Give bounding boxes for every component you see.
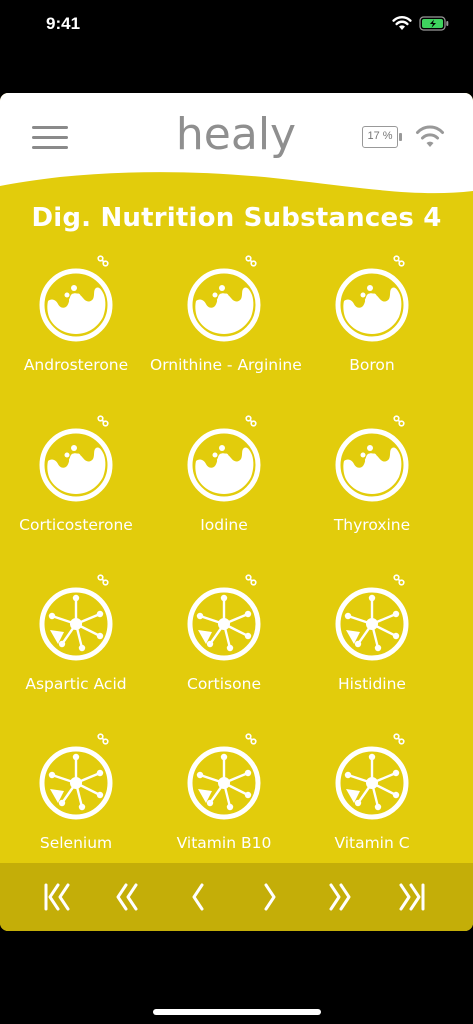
menu-icon[interactable] [32, 126, 68, 150]
gland-icon [39, 428, 113, 502]
gland-icon [335, 428, 409, 502]
substance-label: Androsterone [23, 356, 129, 374]
link-icon[interactable] [97, 733, 109, 745]
substance-label: Ornithine - Arginine [150, 356, 302, 374]
substance-tile[interactable]: Androsterone [2, 243, 150, 393]
substance-tile[interactable]: Vitamin C [298, 721, 446, 871]
link-icon[interactable] [245, 255, 257, 267]
next-icon[interactable] [250, 877, 290, 917]
device-signal-icon [416, 125, 444, 147]
page-title: Dig. Nutrition Substances 4 [31, 203, 442, 233]
link-icon[interactable] [393, 255, 405, 267]
substance-label: Cortisone [187, 675, 261, 693]
status-bar: 9:41 [0, 0, 473, 50]
link-icon[interactable] [393, 415, 405, 427]
cell-network-icon [187, 587, 261, 661]
substance-label: Histidine [338, 675, 406, 693]
link-icon[interactable] [97, 415, 109, 427]
link-icon[interactable] [245, 733, 257, 745]
gland-icon [335, 268, 409, 342]
substance-tile[interactable]: Cortisone [150, 562, 298, 712]
gland-icon [187, 428, 261, 502]
header: healy 17 % [0, 93, 473, 203]
link-icon[interactable] [393, 733, 405, 745]
substance-tile[interactable]: Iodine [150, 403, 298, 553]
substance-tile[interactable]: Thyroxine [298, 403, 446, 553]
gland-icon [39, 268, 113, 342]
substance-tile[interactable]: Ornithine - Arginine [150, 243, 302, 393]
substance-label: Selenium [39, 834, 113, 852]
substance-label: Vitamin B10 [176, 834, 272, 852]
substance-tile[interactable]: Vitamin B10 [150, 721, 298, 871]
previous-section-icon[interactable] [106, 877, 146, 917]
substance-tile[interactable]: Aspartic Acid [2, 562, 150, 712]
substance-label: Vitamin C [334, 834, 410, 852]
link-icon[interactable] [245, 574, 257, 586]
link-icon[interactable] [393, 574, 405, 586]
substance-label: Thyroxine [333, 516, 411, 534]
substance-tile[interactable]: Selenium [2, 721, 150, 871]
substance-tile[interactable]: Boron [298, 243, 446, 393]
home-indicator[interactable] [153, 1009, 321, 1015]
substance-label: Corticosterone [19, 516, 133, 534]
substance-tile[interactable]: Histidine [298, 562, 446, 712]
main-card: healy 17 % Dig. Nutrition Substances 4 A… [0, 93, 473, 931]
substance-label: Boron [349, 356, 395, 374]
link-icon[interactable] [245, 415, 257, 427]
link-icon[interactable] [97, 255, 109, 267]
healy-logo: healy [176, 111, 296, 160]
next-section-icon[interactable] [321, 877, 361, 917]
cell-network-icon [39, 746, 113, 820]
pagination-bar [0, 863, 473, 931]
wifi-icon [392, 16, 412, 30]
status-time: 9:41 [46, 14, 81, 33]
cell-network-icon [39, 587, 113, 661]
logo-text: healy [176, 111, 296, 160]
cell-network-icon [335, 587, 409, 661]
first-page-icon[interactable] [37, 877, 77, 917]
battery-icon [419, 16, 449, 31]
substance-label: Aspartic Acid [25, 675, 127, 693]
cell-network-icon [335, 746, 409, 820]
device-battery-indicator: 17 % [362, 126, 402, 148]
link-icon[interactable] [97, 574, 109, 586]
substance-tile[interactable]: Corticosterone [2, 403, 150, 553]
cell-network-icon [187, 746, 261, 820]
last-page-icon[interactable] [392, 877, 432, 917]
previous-icon[interactable] [178, 877, 218, 917]
gland-icon [187, 268, 261, 342]
substance-label: Iodine [200, 516, 248, 534]
